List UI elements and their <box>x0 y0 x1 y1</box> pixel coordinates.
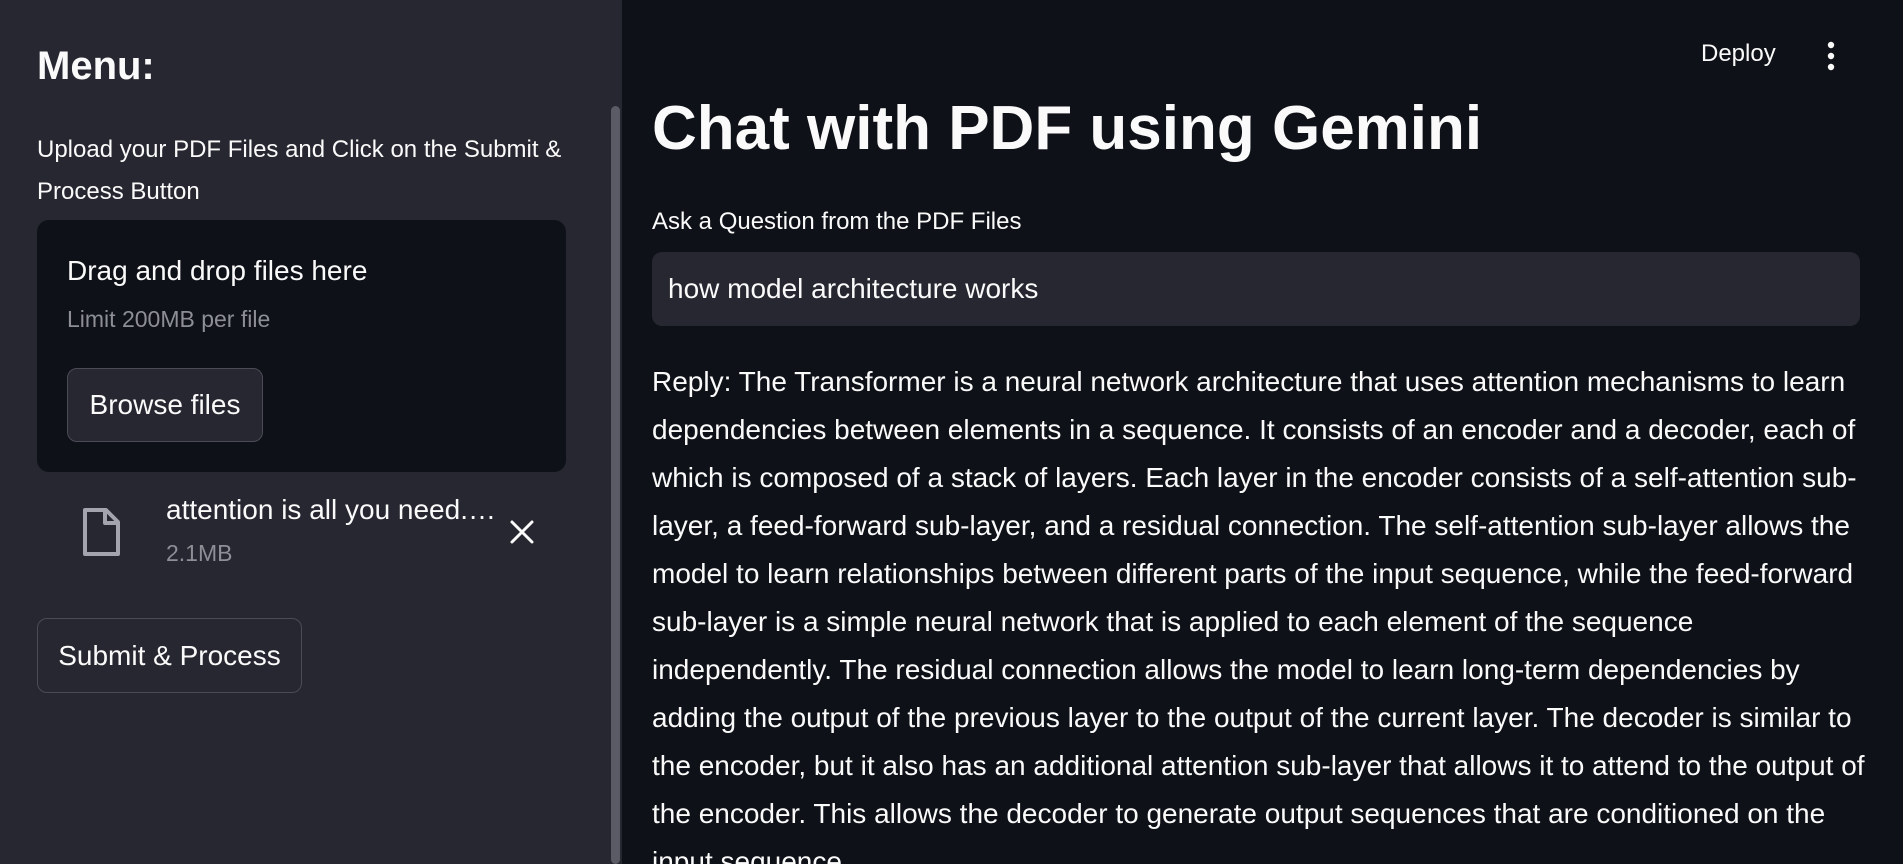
page-title: Chat with PDF using Gemini <box>652 94 1483 163</box>
sidebar: Menu: Upload your PDF Files and Click on… <box>0 0 622 864</box>
kebab-menu-icon[interactable] <box>1819 40 1843 72</box>
sidebar-title: Menu: <box>37 44 155 88</box>
app-window: Menu: Upload your PDF Files and Click on… <box>0 0 1903 864</box>
sidebar-scrollbar[interactable] <box>611 106 620 864</box>
reply-text: Reply: The Transformer is a neural netwo… <box>652 366 1865 864</box>
deploy-button[interactable]: Deploy <box>1693 36 1784 72</box>
main-content: Deploy Chat with PDF using Gemini Ask a … <box>622 0 1903 864</box>
dropzone-limit: Limit 200MB per file <box>67 306 271 332</box>
file-icon <box>81 508 121 556</box>
close-icon[interactable] <box>502 512 542 552</box>
dropzone-title: Drag and drop files here <box>67 255 368 286</box>
question-label: Ask a Question from the PDF Files <box>652 208 1022 235</box>
browse-files-button[interactable]: Browse files <box>67 368 263 442</box>
file-name: attention is all you need.pdf <box>166 494 496 525</box>
submit-process-button[interactable]: Submit & Process <box>37 618 302 693</box>
file-dropzone[interactable]: Drag and drop files here Limit 200MB per… <box>37 220 566 472</box>
file-size: 2.1MB <box>166 540 233 566</box>
sidebar-caption: Upload your PDF Files and Click on the S… <box>37 136 562 205</box>
question-input[interactable] <box>652 252 1860 326</box>
uploaded-file-item: attention is all you need.pdf 2.1MB <box>37 484 566 574</box>
